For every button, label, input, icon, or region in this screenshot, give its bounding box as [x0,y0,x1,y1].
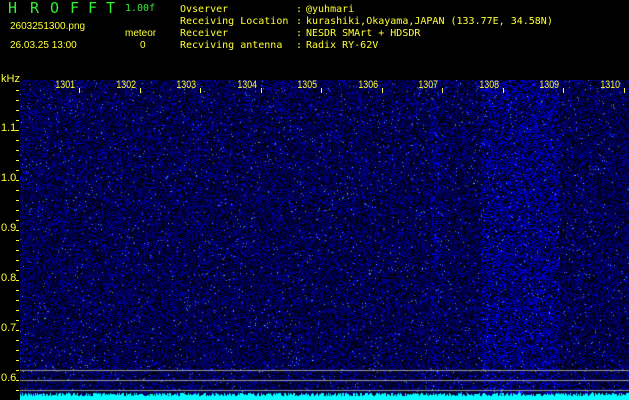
time-label: 1304 [236,79,257,91]
y-tick [16,380,19,381]
time-tick [321,88,322,93]
y-tick-label: 0.8 [1,272,17,284]
y-tick [16,140,19,141]
time-label: 1302 [115,79,136,91]
title-letter: O [50,0,60,17]
file-name: 2603251300.png [10,21,86,32]
y-tick [16,360,19,361]
y-tick [16,120,19,121]
y-tick [16,160,19,161]
title-letter: R [30,0,40,17]
y-tick [16,250,19,251]
y-tick [16,340,19,341]
y-tick [16,320,19,321]
time-label: 1307 [418,79,438,91]
time-tick [79,88,80,93]
y-tick [16,90,19,91]
y-tick [16,210,19,211]
file-datetime: 26.03.25 13:00 [10,40,77,51]
time-tick [502,88,504,93]
time-label: 1306 [357,79,378,91]
time-tick [200,88,201,93]
info-value: NESDR SMArt + HDSDR [306,28,421,39]
y-tick [16,130,19,131]
y-tick-label: 1.0 [1,172,17,184]
time-label: 1310 [599,79,620,91]
spectrogram [20,80,629,400]
y-tick [16,270,19,271]
info-label: Receiver [180,28,229,39]
time-tick [623,88,625,93]
time-tick [139,88,141,93]
meteor-count: 0 [140,40,146,51]
y-tick [16,110,19,111]
y-tick [16,100,19,101]
time-label: 1309 [539,79,559,91]
y-tick [16,390,19,391]
y-tick-label: 1.1 [1,122,17,134]
version: 1.00f [125,3,156,14]
y-tick [16,330,19,331]
y-tick [16,300,19,301]
y-tick-label: 0.7 [1,322,17,334]
time-label: 1305 [297,79,317,91]
title-letter: F [88,0,98,17]
y-tick [16,150,19,151]
info-value: Radix RY-62V [306,40,379,51]
title-letter: H [8,0,18,17]
title-letter: F [70,0,80,17]
info-label: Ovserver [180,4,229,15]
time-label: 1303 [176,79,196,91]
info-label: Receiving Location [180,16,289,27]
info-label: Recviving antenna [180,40,283,51]
y-tick [16,260,19,261]
info-value: @yuhmari [306,4,355,15]
time-tick [260,88,262,93]
y-tick [16,230,19,231]
time-tick [381,88,383,93]
y-unit-label: kHz [1,73,20,85]
time-label: 1301 [55,79,75,91]
y-tick [16,310,19,311]
title-letter: T [106,0,116,17]
info-value: kurashiki,Okayama,JAPAN (133.77E, 34.58N… [306,16,553,27]
y-tick [16,190,19,191]
y-tick [16,200,19,201]
y-tick [16,180,19,181]
y-tick-label: 0.9 [1,222,17,234]
y-tick [16,280,19,281]
y-tick [16,220,19,221]
y-tick [16,240,19,241]
meteor-label: meteor [125,28,157,39]
time-label: 1308 [478,79,499,91]
time-tick [442,88,443,93]
y-tick [16,370,19,371]
y-tick [16,170,19,171]
y-tick-label: 0.6 [1,372,17,384]
y-tick [16,350,19,351]
y-tick [16,290,19,291]
time-tick [563,88,564,93]
